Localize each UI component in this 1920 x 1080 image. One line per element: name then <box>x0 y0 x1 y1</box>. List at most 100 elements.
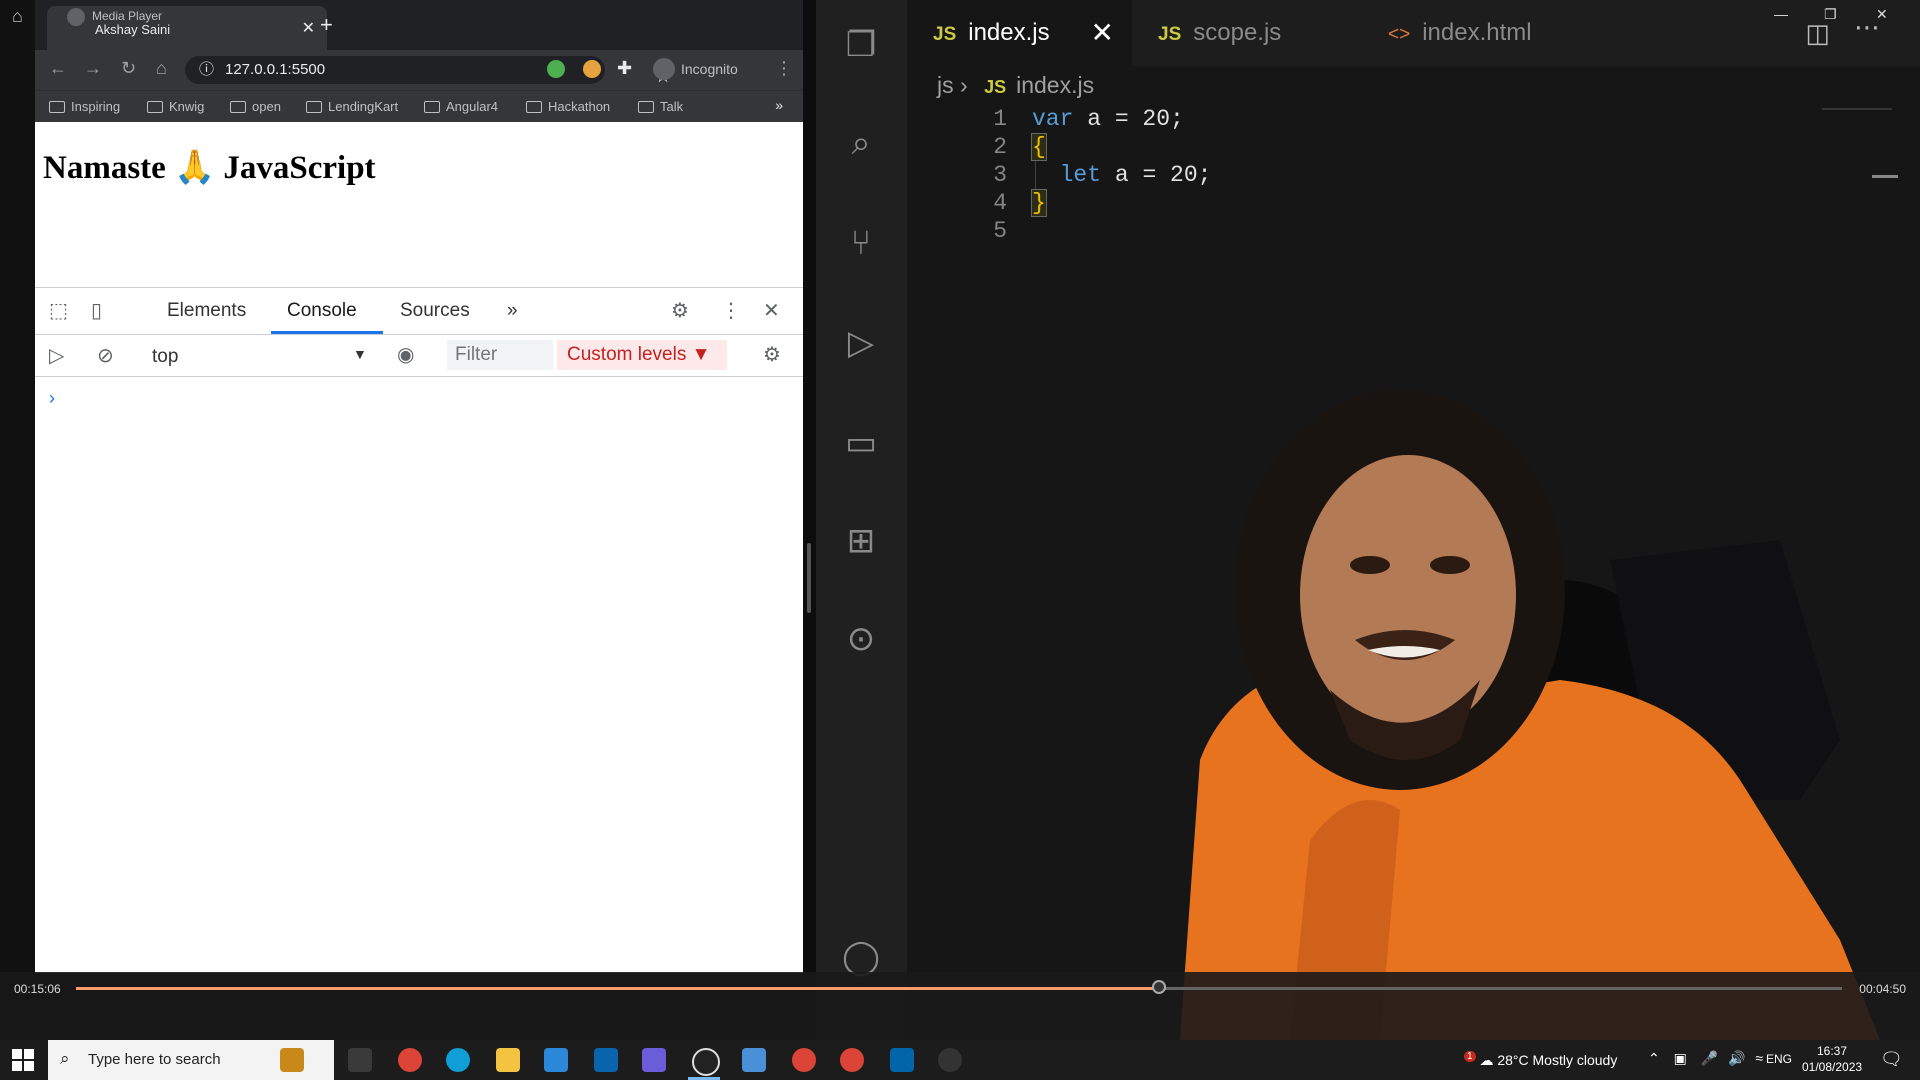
new-tab-button[interactable]: + <box>320 12 333 38</box>
folder-icon <box>638 101 654 113</box>
tab-index-html[interactable]: <> index.html <box>1362 0 1622 66</box>
close-window-icon[interactable]: ✕ <box>1876 6 1888 23</box>
bookmark-item[interactable]: Hackathon <box>526 99 610 114</box>
clear-console-icon[interactable]: ⊘ <box>97 343 114 368</box>
context-selector[interactable]: top <box>152 346 178 368</box>
app-icon[interactable] <box>642 1048 666 1072</box>
device-toolbar-icon[interactable]: ▯ <box>91 298 102 323</box>
address-bar[interactable]: ⓘ 127.0.0.1:5500 ☆ <box>185 56 671 86</box>
git-graph-icon[interactable]: ⊙ <box>836 614 886 664</box>
bookmark-item[interactable]: LendingKart <box>306 99 398 114</box>
task-view-icon[interactable] <box>348 1048 372 1072</box>
extensions-icon[interactable]: ⊞ <box>836 516 886 566</box>
tab-sources[interactable]: Sources <box>400 300 470 322</box>
tab-label: index.js <box>968 19 1050 46</box>
notifications-icon[interactable]: 🗨 <box>1880 1049 1903 1070</box>
chrome-icon[interactable] <box>792 1048 816 1072</box>
briefcase-icon[interactable] <box>280 1048 304 1072</box>
tab-elements[interactable]: Elements <box>167 300 246 322</box>
back-icon[interactable]: ← <box>49 58 67 79</box>
seek-slider[interactable] <box>76 980 1842 994</box>
code-line[interactable]: var a = 20; <box>1032 106 1184 132</box>
seek-thumb[interactable] <box>1151 980 1166 994</box>
tab-scope-js[interactable]: JS scope.js <box>1132 0 1362 66</box>
edge-icon[interactable] <box>446 1048 470 1072</box>
file-explorer-icon[interactable] <box>496 1048 520 1072</box>
filter-input[interactable] <box>447 340 553 370</box>
language-indicator[interactable]: ENG <box>1766 1052 1792 1066</box>
breadcrumb-folder[interactable]: js <box>937 72 954 98</box>
taskbar-search[interactable]: ⌕ Type here to search <box>48 1040 334 1080</box>
browser-toolbar: ← → ↻ ⌂ ⓘ 127.0.0.1:5500 ☆ ✚ Incognito ⋮ <box>35 50 803 90</box>
breadcrumb-file[interactable]: index.js <box>1016 72 1094 98</box>
reload-icon[interactable]: ↻ <box>121 58 136 79</box>
url-text: 127.0.0.1:5500 <box>225 61 326 78</box>
bookmark-item[interactable]: Talk <box>638 99 683 114</box>
camera-icon[interactable]: ▣ <box>1674 1050 1687 1066</box>
extension-icon[interactable] <box>547 60 565 78</box>
info-icon[interactable]: ⓘ <box>199 56 214 84</box>
search-icon[interactable]: ⌕ <box>836 118 886 168</box>
devtools-menu-icon[interactable]: ⋮ <box>721 298 741 323</box>
browser-menu-icon[interactable]: ⋮ <box>775 58 793 79</box>
sidebar-toggle-icon[interactable]: ▷ <box>49 343 64 368</box>
extensions-puzzle-icon[interactable]: ✚ <box>617 58 632 79</box>
code-line[interactable]: { <box>1031 133 1047 161</box>
explorer-icon[interactable]: ❐ <box>836 20 886 70</box>
bookmark-item[interactable]: Angular4 <box>424 99 498 114</box>
splitter-handle[interactable] <box>807 543 811 613</box>
remote-explorer-icon[interactable]: ▭ <box>836 418 886 468</box>
console-settings-icon[interactable]: ⚙ <box>763 342 781 367</box>
live-expression-eye-icon[interactable]: ◉ <box>397 342 414 367</box>
code-line[interactable]: } <box>1031 189 1047 217</box>
inspect-element-icon[interactable]: ⬚ <box>49 298 68 323</box>
playback-bar: 00:15:06 00:04:50 <box>0 972 1920 1040</box>
tab-console[interactable]: Console <box>287 300 357 322</box>
browser-tab[interactable]: Media Player Akshay Saini ✕ <box>47 6 327 50</box>
source-control-icon[interactable]: ⑂ <box>836 218 886 268</box>
bookmark-item[interactable]: Inspiring <box>49 99 120 114</box>
more-tabs-icon[interactable]: » <box>507 300 518 322</box>
close-tab-icon[interactable]: ✕ <box>1091 0 1114 66</box>
windows-start-icon[interactable] <box>12 1049 34 1071</box>
tray-chevron-icon[interactable]: ⌃ <box>1648 1050 1660 1066</box>
minimize-icon[interactable]: — <box>1774 6 1788 22</box>
volume-icon[interactable]: 🔊 <box>1728 1050 1745 1066</box>
minimap[interactable] <box>1822 108 1892 110</box>
clock-date: 01/08/2023 <box>1802 1060 1863 1074</box>
window-splitter[interactable] <box>803 0 816 1040</box>
tab-index-js[interactable]: JS index.js ✕ <box>907 0 1132 66</box>
vscode-icon[interactable] <box>890 1048 914 1072</box>
close-devtools-icon[interactable]: ✕ <box>763 298 780 323</box>
home-icon[interactable]: ⌂ <box>12 6 23 27</box>
run-debug-icon[interactable]: ▷ <box>836 318 886 368</box>
chevron-down-icon[interactable]: ▼ <box>353 346 367 362</box>
notes-icon[interactable] <box>742 1048 766 1072</box>
mail-icon[interactable] <box>594 1048 618 1072</box>
code-line[interactable]: let a = 20; <box>1032 162 1212 188</box>
microphone-icon[interactable]: 🎤 <box>1701 1050 1718 1066</box>
weather-widget[interactable]: 1 ☁ 28°C Mostly cloudy <box>1464 1051 1617 1069</box>
log-levels-dropdown[interactable]: Custom levels ▼ <box>557 340 727 370</box>
obs-icon[interactable] <box>938 1048 962 1072</box>
system-tray: ⌃ ▣ 🎤 🔊 ≈ <box>1648 1050 1763 1067</box>
player-title: Media Player <box>92 9 163 23</box>
console-prompt[interactable]: › <box>49 388 55 409</box>
close-tab-icon[interactable]: ✕ <box>302 18 315 38</box>
incognito-icon[interactable] <box>653 58 675 80</box>
bookmarks-more-icon[interactable]: » <box>775 97 783 113</box>
home-button-icon[interactable]: ⌂ <box>156 58 167 79</box>
media-player-icon[interactable] <box>692 1048 720 1076</box>
clock[interactable]: 16:37 01/08/2023 <box>1802 1043 1862 1075</box>
bookmark-item[interactable]: Knwig <box>147 99 204 114</box>
chrome-icon[interactable] <box>398 1048 422 1072</box>
chrome-icon[interactable] <box>840 1048 864 1072</box>
bookmark-item[interactable]: open <box>230 99 281 114</box>
forward-icon[interactable]: → <box>84 58 102 79</box>
extension-icon[interactable] <box>583 60 601 78</box>
store-icon[interactable] <box>544 1048 568 1072</box>
folder-icon <box>424 101 440 113</box>
wifi-icon[interactable]: ≈ <box>1755 1050 1763 1066</box>
settings-gear-icon[interactable]: ⚙ <box>671 298 689 323</box>
restore-icon[interactable]: ❐ <box>1824 6 1837 23</box>
